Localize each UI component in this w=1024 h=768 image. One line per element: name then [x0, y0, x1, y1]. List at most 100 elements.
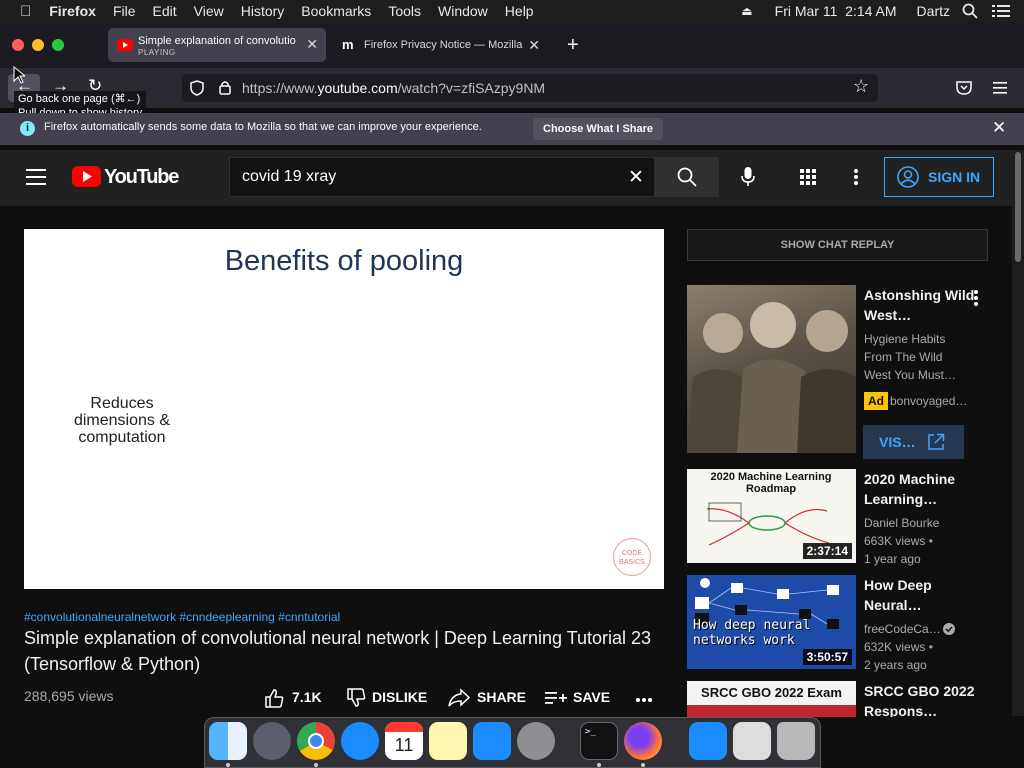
search-button[interactable] — [655, 157, 719, 197]
menu-tools[interactable]: Tools — [388, 3, 421, 19]
menu-window[interactable]: Window — [438, 3, 488, 19]
hamburger-menu-icon[interactable] — [993, 82, 1007, 94]
menu-app-firefox[interactable]: Firefox — [49, 3, 96, 19]
clear-search-icon[interactable]: ✕ — [628, 166, 644, 189]
window-zoom-button[interactable] — [52, 39, 64, 51]
more-options-icon[interactable] — [854, 169, 858, 185]
menu-file[interactable]: File — [113, 3, 136, 19]
like-count: 7.1K — [292, 689, 322, 705]
ad-visit-button[interactable]: VIS… — [863, 425, 964, 459]
tab-title: Firefox Privacy Notice — Mozilla — [364, 39, 523, 51]
menu-user[interactable]: Dartz — [917, 3, 950, 19]
youtube-logo-text: YouTube — [104, 166, 179, 188]
video-thumbnail[interactable]: 2020 Machine Learning Roadmap 2:37:14 — [687, 469, 856, 563]
slide-title: Benefits of pooling — [224, 245, 464, 277]
system-preferences-icon[interactable] — [517, 722, 555, 760]
url-text[interactable]: https://www.youtube.com/watch?v=zfiSAzpy… — [242, 80, 545, 96]
choose-what-i-share-button[interactable]: Choose What I Share — [533, 118, 664, 140]
video-player[interactable]: Benefits of pooling Reduces dimensions &… — [24, 229, 664, 589]
video-views: 632K views • — [864, 640, 933, 654]
trash-icon[interactable] — [777, 722, 815, 760]
scrollbar-thumb[interactable] — [1015, 152, 1021, 262]
app-store-folder-icon[interactable] — [689, 722, 727, 760]
tab-youtube-video[interactable]: Simple explanation of convolutio PLAYING… — [108, 28, 326, 62]
show-chat-replay-button[interactable]: SHOW CHAT REPLAY — [687, 229, 988, 261]
shield-icon[interactable] — [190, 80, 204, 96]
tab-firefox-privacy[interactable]: m Firefox Privacy Notice — Mozilla ✕ — [334, 28, 548, 62]
data-collection-notification: i Firefox automatically sends some data … — [0, 113, 1024, 145]
window-minimize-button[interactable] — [32, 39, 44, 51]
apple-icon[interactable]:  — [20, 3, 31, 20]
sign-in-button[interactable]: SIGN IN — [884, 157, 994, 197]
running-indicator — [314, 763, 318, 767]
calendar-icon[interactable]: 11 — [385, 722, 423, 760]
running-indicator — [226, 763, 230, 767]
microphone-icon[interactable] — [741, 167, 755, 187]
close-tab-icon[interactable]: ✕ — [528, 37, 540, 54]
video-thumbnail[interactable]: SRCC GBO 2022 Exam — [687, 681, 856, 717]
pocket-icon[interactable] — [956, 80, 972, 95]
sidebar-ad-item[interactable]: Astonshing Wild West… Hygiene Habits Fro… — [687, 285, 1007, 459]
channel-name[interactable]: freeCodeCa… — [864, 620, 942, 638]
youtube-favicon-icon — [117, 39, 133, 51]
sidebar-video-item[interactable]: How deep neural networks work 3:50:57 Ho… — [687, 575, 1007, 672]
menu-datetime[interactable]: Fri Mar 11 2:14 AM — [775, 3, 897, 19]
ad-badge: Ad — [864, 392, 888, 410]
menu-view[interactable]: View — [194, 3, 224, 19]
search-input[interactable]: covid 19 xray — [242, 168, 336, 186]
launchpad-icon[interactable] — [253, 722, 291, 760]
video-age: 1 year ago — [864, 552, 921, 566]
ad-title[interactable]: Astonshing Wild West… — [864, 285, 976, 325]
sidebar-video-item[interactable]: 2020 Machine Learning Roadmap 2:37:14 20… — [687, 469, 1007, 566]
sidebar-video-item[interactable]: SRCC GBO 2022 Exam SRCC GBO 2022 Respons… — [687, 681, 1007, 717]
ad-more-options-icon[interactable] — [974, 290, 978, 306]
tooltip-line: Go back one page (⌘←) — [18, 93, 141, 105]
video-title[interactable]: 2020 Machine Learning… — [864, 469, 976, 509]
page-scrollbar[interactable] — [1012, 150, 1024, 716]
youtube-logo-icon — [72, 166, 101, 187]
menu-bookmarks[interactable]: Bookmarks — [301, 3, 371, 19]
chrome-icon[interactable] — [297, 722, 335, 760]
menu-edit[interactable]: Edit — [153, 3, 177, 19]
new-tab-button[interactable]: + — [567, 34, 579, 57]
control-center-icon[interactable] — [992, 4, 1010, 18]
share-arrow-icon — [448, 688, 470, 707]
ad-thumbnail[interactable] — [687, 285, 856, 453]
menu-help[interactable]: Help — [505, 3, 534, 19]
app-store-icon[interactable] — [473, 722, 511, 760]
terminal-icon[interactable]: >_ — [580, 722, 618, 760]
bookmark-star-icon[interactable]: ☆ — [853, 76, 869, 97]
notification-text: Firefox automatically sends some data to… — [44, 121, 482, 133]
video-title[interactable]: How Deep Neural… — [864, 575, 976, 615]
safari-icon[interactable] — [341, 722, 379, 760]
video-hashtags[interactable]: #convolutionalneuralnetwork #cnndeeplear… — [24, 610, 340, 624]
video-title: Simple explanation of convolutional neur… — [24, 628, 652, 674]
more-actions-icon[interactable] — [636, 698, 652, 702]
close-tab-icon[interactable]: ✕ — [306, 36, 318, 53]
video-duration: 2:37:14 — [802, 543, 852, 559]
menu-history[interactable]: History — [241, 3, 285, 19]
running-indicator — [641, 763, 645, 767]
dislike-label: DISLIKE — [372, 689, 428, 705]
video-thumbnail[interactable]: How deep neural networks work 3:50:57 — [687, 575, 856, 669]
thumbnail-caption: How deep neural networks work — [693, 618, 811, 648]
sign-in-label: SIGN IN — [928, 169, 981, 185]
channel-name[interactable]: Daniel Bourke — [864, 514, 989, 532]
guide-menu-icon[interactable] — [26, 169, 46, 185]
finder-icon[interactable] — [209, 722, 247, 760]
firefox-icon[interactable] — [624, 722, 662, 760]
video-title[interactable]: SRCC GBO 2022 Respons… — [864, 681, 976, 717]
notes-icon[interactable] — [429, 722, 467, 760]
codebasics-watermark: CODE BASICS — [613, 538, 651, 576]
eject-icon[interactable]: ⏏ — [741, 4, 752, 18]
search-box: covid 19 xray ✕ — [229, 157, 655, 197]
window-close-button[interactable] — [12, 39, 24, 51]
verified-badge-icon — [943, 623, 955, 635]
ad-visit-label: VIS… — [879, 434, 916, 450]
apps-grid-icon[interactable] — [800, 169, 816, 185]
downloads-folder-icon[interactable] — [733, 722, 771, 760]
spotlight-search-icon[interactable] — [962, 3, 978, 19]
lock-icon[interactable] — [219, 80, 231, 95]
share-label: SHARE — [477, 689, 527, 705]
close-notification-icon[interactable]: ✕ — [992, 118, 1006, 138]
